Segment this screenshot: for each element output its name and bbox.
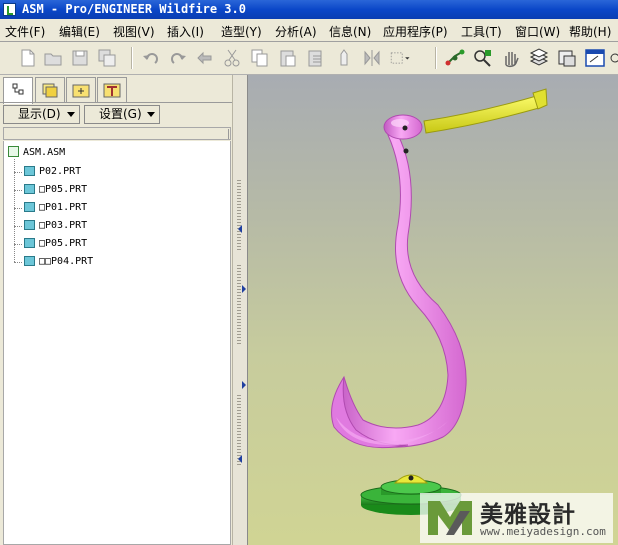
folder-tab[interactable] [66,77,96,102]
tree-item-label: □P03.PRT [39,220,88,231]
tree-item[interactable]: □P05.PRT [24,184,87,195]
layer-tab-icon [42,83,58,98]
part-icon [24,238,35,248]
app-icon [3,3,16,16]
menu-file[interactable]: 文件(F) [5,23,45,40]
settings-dropdown[interactable]: 设置(G) [84,105,160,124]
layer-tab[interactable] [35,77,65,102]
graphics-viewport[interactable]: 美雅設計 www.meiyadesign.com [248,75,618,545]
paste-icon[interactable] [277,47,299,69]
layers-icon[interactable] [528,47,550,69]
toolbar-overflow-icon[interactable] [608,47,618,69]
pane-splitter[interactable] [232,75,248,545]
tree-item[interactable]: P02.PRT [24,166,81,177]
title-bar: ASM - Pro/ENGINEER Wildfire 3.0 [0,0,618,19]
model-tree-tab[interactable] [3,77,33,104]
tag-icon[interactable] [333,47,355,69]
menu-info[interactable]: 信息(N) [329,23,371,40]
part-icon [24,256,35,266]
tree-item-label: □P05.PRT [39,238,88,249]
splitter-grip [237,265,241,345]
tree-item-label: □P05.PRT [39,184,88,195]
menu-analysis[interactable]: 分析(A) [275,23,317,40]
redo-icon[interactable] [167,47,189,69]
display-dropdown-label: 显示(D) [18,107,61,121]
part-icon [24,202,35,212]
handle-part [423,94,547,134]
save-icon[interactable] [69,47,91,69]
cut-icon[interactable] [221,47,243,69]
main-toolbar [0,42,618,75]
watermark-text: 美雅設計 [480,502,576,528]
favorites-tab-icon [103,83,121,98]
assembly-icon [8,146,19,157]
meiya-logo-icon [428,501,472,535]
undo-icon[interactable] [140,47,162,69]
folder-tab-icon [72,84,90,98]
select-box-icon[interactable] [389,47,411,69]
copy-icon[interactable] [249,47,271,69]
window-title: ASM - Pro/ENGINEER Wildfire 3.0 [22,2,246,16]
menu-bar: 文件(F) 编辑(E) 视图(V) 插入(I) 造型(Y) 分析(A) 信息(N… [0,19,618,42]
collapse-left-icon[interactable] [238,455,242,463]
expand-right-icon[interactable] [242,285,246,293]
tree-item[interactable]: □P01.PRT [24,202,87,213]
watermark: 美雅設計 www.meiyadesign.com [420,493,613,543]
new-file-icon[interactable] [17,47,39,69]
menu-tools[interactable]: 工具(T) [461,23,502,40]
display-dropdown[interactable]: 显示(D) [3,105,80,124]
hook-body [335,134,467,448]
part-icon [24,184,35,194]
graphics-window-icon[interactable] [584,47,606,69]
menu-applications[interactable]: 应用程序(P) [383,23,448,40]
pan-hand-icon[interactable] [500,47,522,69]
splitter-grip [237,180,241,250]
tree-root[interactable]: ASM.ASM [8,146,65,158]
menu-edit[interactable]: 编辑(E) [59,23,100,40]
menu-window[interactable]: 窗口(W) [515,23,560,40]
tree-item-label: □□P04.PRT [39,256,94,267]
chevron-down-icon [67,112,75,117]
chevron-down-icon [147,112,155,117]
expand-right-icon[interactable] [242,381,246,389]
view-manager-icon[interactable] [556,47,578,69]
tree-root-label: ASM.ASM [23,147,66,158]
model-tree: ASM.ASM P02.PRT □P05.PRT □P01.PRT □P03.P… [3,141,231,545]
regenerate-icon[interactable] [194,47,216,69]
part-icon [24,166,35,176]
watermark-url: www.meiyadesign.com [480,525,606,538]
tree-item[interactable]: □□P04.PRT [24,256,93,267]
tree-item-label: P02.PRT [39,166,82,177]
tree-column-header[interactable] [3,127,231,140]
datum-axis-icon[interactable] [444,47,466,69]
menu-view[interactable]: 视图(V) [113,23,155,40]
navigator-pane: 显示(D) 设置(G) ASM.ASM P02.PRT □P05.PRT □P0… [0,75,232,545]
favorites-tab[interactable] [97,77,127,102]
mirror-icon[interactable] [361,47,383,69]
hook-model[interactable] [248,75,618,545]
open-file-icon[interactable] [42,47,64,69]
save-copy-icon[interactable] [96,47,118,69]
tree-item[interactable]: □P05.PRT [24,238,87,249]
model-tree-icon[interactable] [472,47,494,69]
tree-item[interactable]: □P03.PRT [24,220,87,231]
model-tree-tab-icon [12,83,24,95]
settings-dropdown-label: 设置(G) [99,107,142,121]
menu-style[interactable]: 造型(Y) [221,23,262,40]
menu-help[interactable]: 帮助(H) [569,23,611,40]
tree-item-label: □P01.PRT [39,202,88,213]
part-icon [24,220,35,230]
menu-insert[interactable]: 插入(I) [167,23,204,40]
paste-special-icon[interactable] [305,47,327,69]
collapse-left-icon[interactable] [238,225,242,233]
